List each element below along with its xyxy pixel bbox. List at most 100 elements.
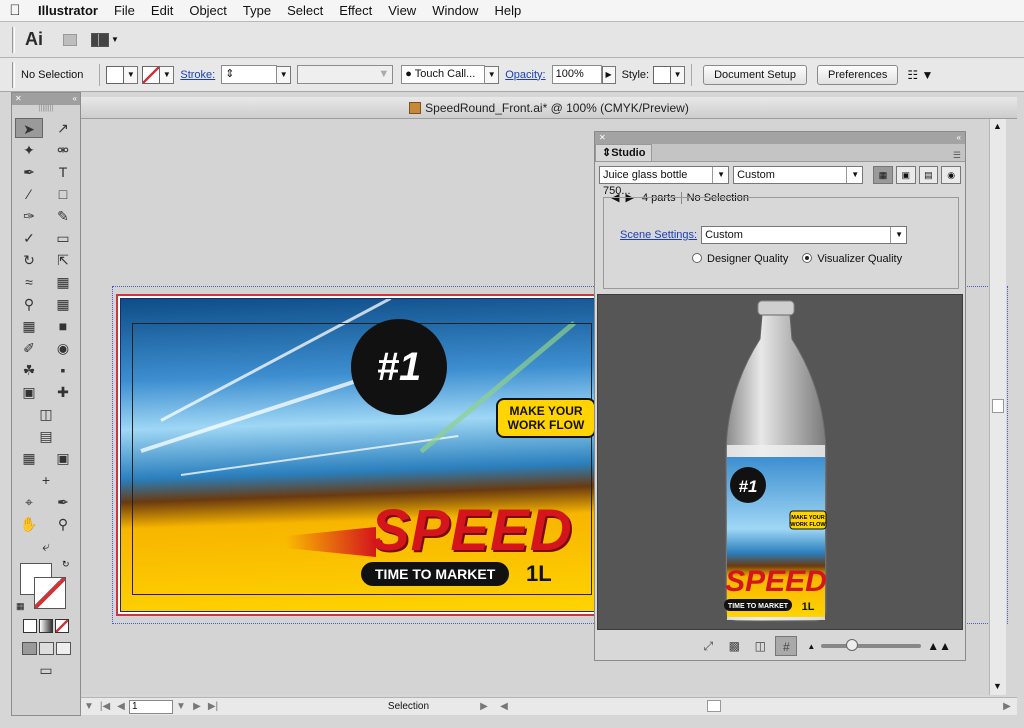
previous-artboard-icon[interactable]: ◀: [113, 701, 129, 712]
grip-handle[interactable]: [12, 26, 15, 53]
pencil-tool-icon[interactable]: ✎: [49, 206, 77, 226]
stroke-weight-stepper[interactable]: ⇕: [221, 65, 278, 84]
blob-brush-tool-icon[interactable]: ✓: [15, 228, 43, 248]
tools-panel-header[interactable]: ✕ «: [12, 93, 80, 105]
menu-app-name[interactable]: Illustrator: [30, 3, 106, 18]
artboard-number-input[interactable]: 1: [129, 699, 173, 714]
studio-view-icon[interactable]: ▣: [49, 448, 77, 468]
panel-options-icon[interactable]: ☷ ▼: [907, 68, 933, 82]
swap-icon[interactable]: ↻: [62, 559, 70, 570]
view-settings-icon[interactable]: ◉: [941, 166, 961, 184]
artboard[interactable]: #1 MAKE YOUR WORK FLOW SPEED TIME TO MAR…: [116, 294, 602, 616]
dieline-tool-icon[interactable]: ▤: [32, 426, 60, 446]
menu-file[interactable]: File: [106, 3, 143, 18]
stroke-swatch[interactable]: [142, 65, 161, 84]
magic-wand-tool-icon[interactable]: ✦: [15, 140, 43, 160]
draw-behind-icon[interactable]: [38, 641, 54, 655]
zoom-out-icon[interactable]: ▲: [807, 642, 815, 651]
fill-swatch[interactable]: [106, 65, 125, 84]
direct-selection-tool-icon[interactable]: ↗: [49, 118, 77, 138]
apple-icon[interactable]: : [0, 2, 30, 19]
close-icon[interactable]: ✕: [599, 132, 606, 144]
menu-type[interactable]: Type: [235, 3, 279, 18]
crosshair-tool-icon[interactable]: +: [32, 470, 60, 490]
menu-window[interactable]: Window: [424, 3, 486, 18]
stroke-link[interactable]: Stroke:: [180, 69, 215, 81]
scene-settings-select[interactable]: Custom ▼: [701, 226, 908, 244]
draw-inside-icon[interactable]: [55, 641, 71, 655]
view-split-icon[interactable]: ▤: [918, 166, 939, 184]
perspective-grid-tool-icon[interactable]: ▦: [49, 294, 77, 314]
panel-menu-icon[interactable]: ☰: [953, 150, 961, 161]
3d-preview[interactable]: #1 MAKE YOUR WORK FLOW SPEED TIME TO MAR…: [597, 294, 963, 630]
grid-icon[interactable]: #: [775, 636, 798, 656]
scene-settings-link[interactable]: Scene Settings:: [620, 229, 697, 241]
brush-dropdown[interactable]: ▼: [485, 65, 500, 84]
brush-select[interactable]: ● Touch Call...: [401, 65, 486, 84]
crop-marks-tool-icon[interactable]: ⌖: [15, 492, 43, 512]
artboard-tool-icon[interactable]: ▣: [15, 382, 43, 402]
draw-normal-icon[interactable]: [21, 641, 37, 655]
paintbrush-tool-icon[interactable]: ✑: [15, 206, 43, 226]
mesh-tool-icon[interactable]: ▦: [15, 316, 43, 336]
horizontal-scroll-thumb[interactable]: [707, 700, 721, 712]
vertical-scrollbar[interactable]: ▲ ▼: [989, 119, 1006, 695]
lasso-plus-tool-icon[interactable]: ⤶: [32, 536, 60, 556]
menu-object[interactable]: Object: [181, 3, 235, 18]
color-mode-icon[interactable]: [23, 619, 37, 633]
studio-panel-header[interactable]: ✕ «: [595, 132, 965, 144]
opacity-input[interactable]: 100%: [551, 65, 602, 84]
blend-tool-icon[interactable]: ◉: [49, 338, 77, 358]
fill-dropdown[interactable]: ▼: [124, 65, 139, 84]
menu-view[interactable]: View: [380, 3, 424, 18]
label-artwork[interactable]: #1 MAKE YOUR WORK FLOW SPEED TIME TO MAR…: [120, 298, 598, 612]
graphic-style-swatch[interactable]: [653, 65, 672, 84]
chevron-down-icon[interactable]: ▼: [111, 35, 119, 44]
next-artboard-icon[interactable]: ▶: [189, 701, 205, 712]
lasso-tool-icon[interactable]: ⚮: [49, 140, 77, 160]
grip-handle[interactable]: [12, 61, 15, 88]
fit-view-icon[interactable]: ⤢: [697, 636, 719, 656]
rectangle-tool-icon[interactable]: □: [49, 184, 77, 204]
stroke-color-swatch[interactable]: [34, 577, 66, 609]
scale-tool-icon[interactable]: ⇱: [49, 250, 77, 270]
zoom-slider[interactable]: [821, 639, 922, 651]
status-options-icon[interactable]: ▶: [476, 701, 492, 712]
3d-studio-tool-icon[interactable]: ◫: [32, 404, 60, 424]
model-select[interactable]: Juice glass bottle 750... ▼: [599, 166, 730, 197]
collapse-icon[interactable]: «: [957, 132, 961, 144]
scroll-right-icon[interactable]: ▶: [999, 701, 1015, 712]
free-transform-tool-icon[interactable]: ▦: [49, 272, 77, 292]
pen-tool-icon[interactable]: ✒: [15, 162, 43, 182]
zoom-tool-icon[interactable]: ⚲: [49, 514, 77, 534]
eraser-tool-icon[interactable]: ▭: [49, 228, 77, 248]
menu-edit[interactable]: Edit: [143, 3, 181, 18]
rotate-tool-icon[interactable]: ↻: [15, 250, 43, 270]
scroll-left-icon[interactable]: ◀: [496, 701, 512, 712]
tools-grip[interactable]: ||||||||: [12, 105, 80, 117]
stroke-weight-dropdown[interactable]: ▼: [277, 65, 292, 84]
graphic-style-dropdown[interactable]: ▼: [671, 65, 686, 84]
menu-help[interactable]: Help: [486, 3, 529, 18]
default-colors-icon[interactable]: ▦: [16, 601, 25, 612]
line-tool-icon[interactable]: ⁄: [15, 184, 43, 204]
symbol-sprayer-tool-icon[interactable]: ☘: [15, 360, 43, 380]
last-artboard-icon[interactable]: ▶|: [205, 701, 221, 712]
zoom-in-icon[interactable]: ▲▲: [927, 639, 951, 653]
first-artboard-icon[interactable]: |◀: [97, 701, 113, 712]
eyedropper-tool-icon[interactable]: ✐: [15, 338, 43, 358]
artboard-dropdown[interactable]: ▼: [173, 701, 189, 712]
preset-select[interactable]: Custom ▼: [733, 166, 864, 184]
view-2d-icon[interactable]: ▣: [895, 166, 916, 184]
3d-view-icon[interactable]: ◫: [749, 636, 771, 656]
vertical-scroll-thumb[interactable]: [992, 399, 1004, 413]
view-3d-icon[interactable]: ▦: [873, 166, 893, 184]
scroll-up-icon[interactable]: ▲: [993, 121, 1002, 131]
visualizer-quality-radio[interactable]: Visualizer Quality: [802, 253, 902, 265]
graph-tool-icon[interactable]: ▪: [49, 360, 77, 380]
stroke-dropdown[interactable]: ▼: [160, 65, 175, 84]
none-mode-icon[interactable]: [55, 619, 69, 633]
gradient-tool-icon[interactable]: ■: [49, 316, 77, 336]
tab-studio[interactable]: ⇕Studio: [595, 144, 653, 161]
zoom-slider-thumb[interactable]: [846, 639, 859, 651]
